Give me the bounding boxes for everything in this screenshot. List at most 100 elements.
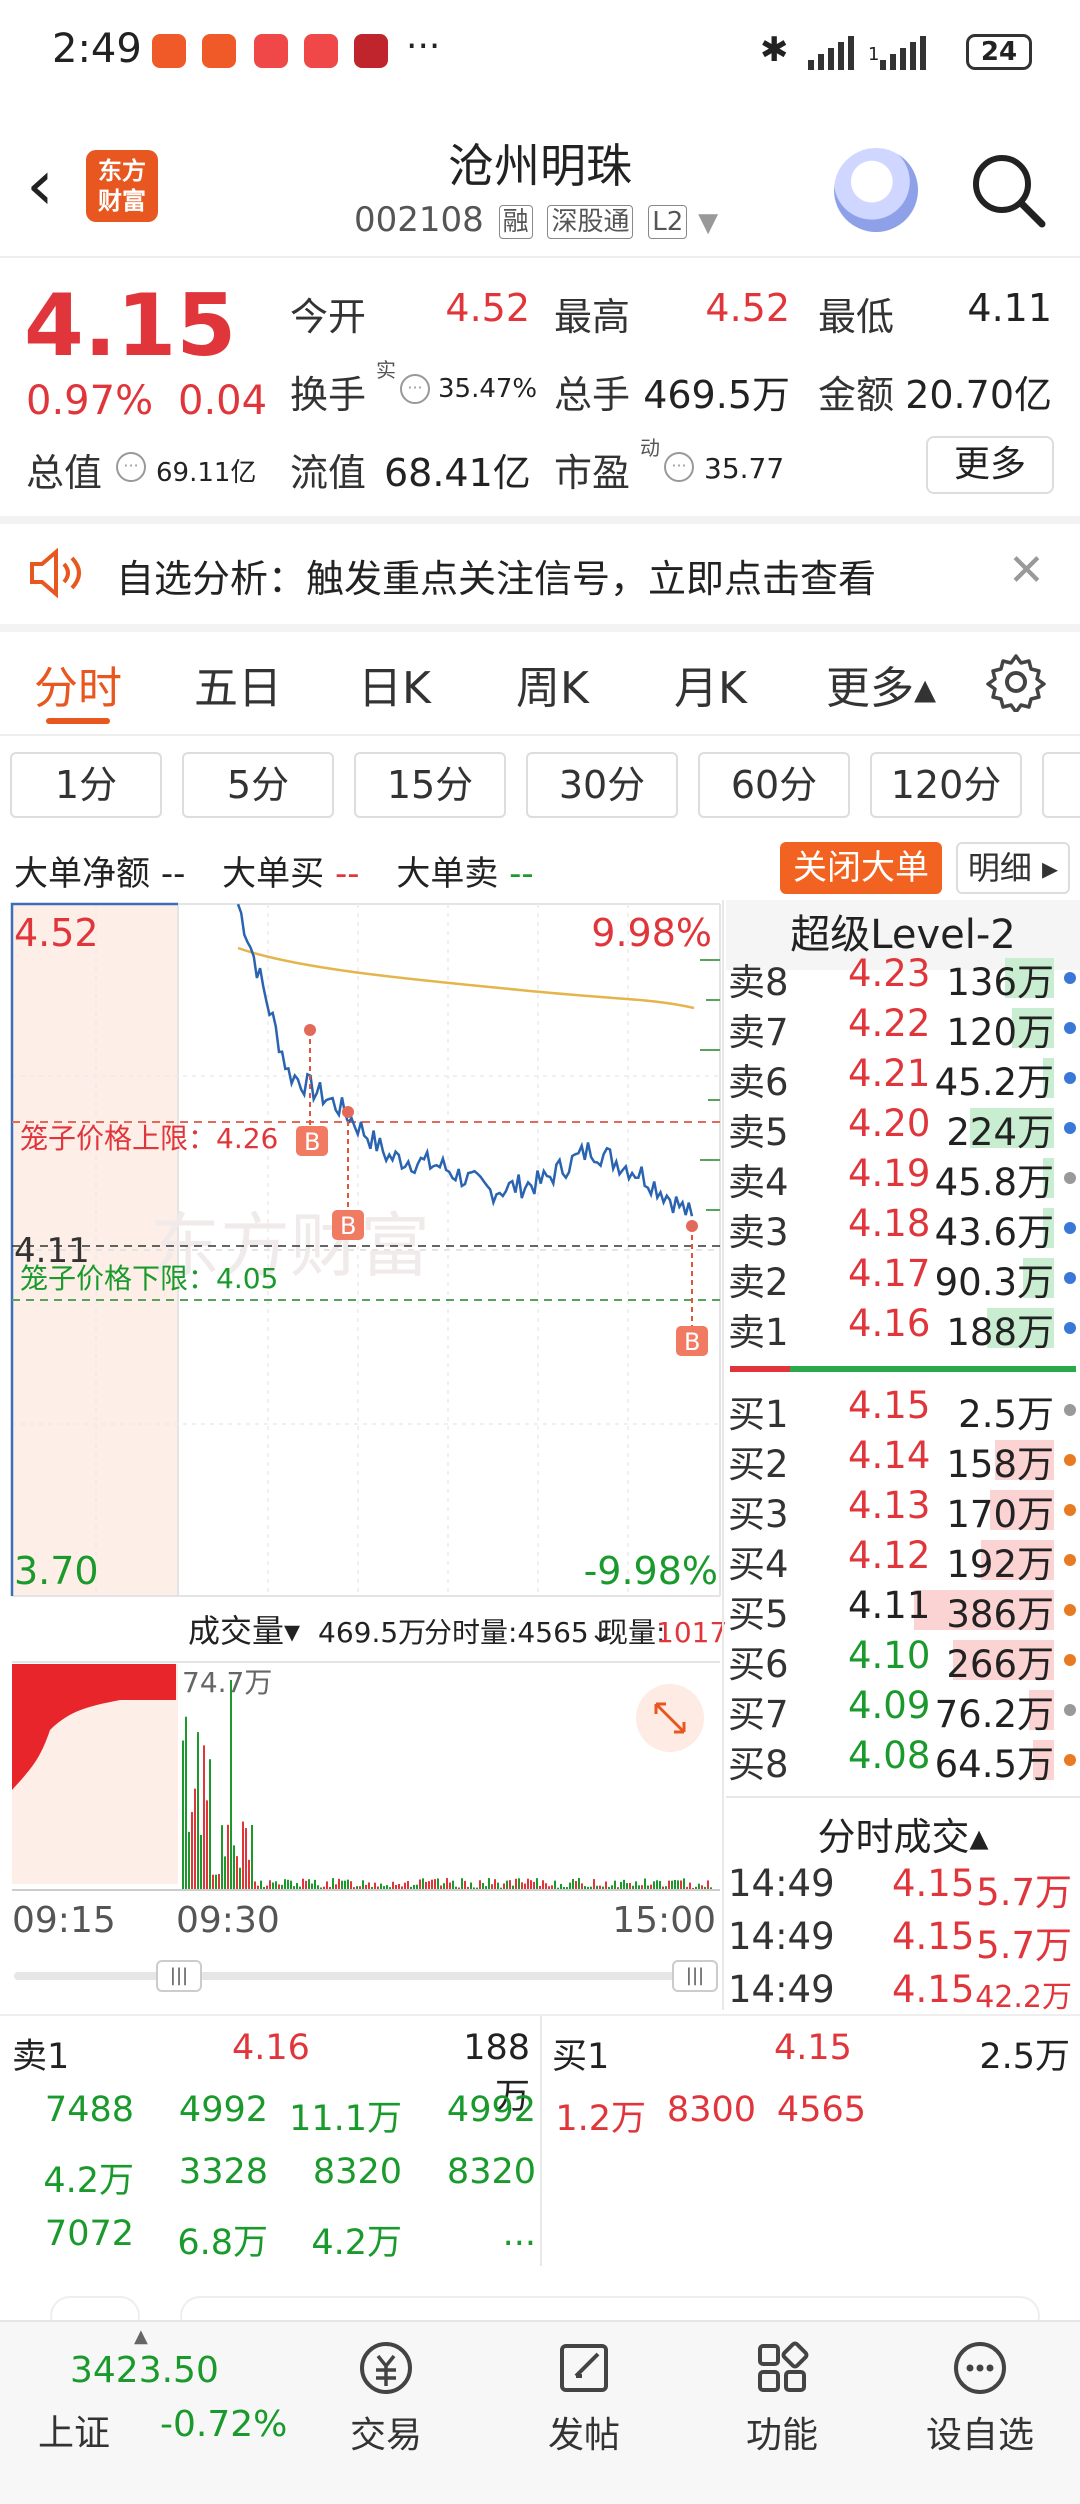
caret-down-icon[interactable]: ▼ xyxy=(698,208,718,238)
stock-code-line: 002108 融 深股通 L2 ▼ xyxy=(354,200,718,240)
bid-row-8[interactable]: 买8 4.08 64.5万 xyxy=(726,1734,1080,1786)
volume-bar xyxy=(362,1880,364,1890)
gear-icon[interactable] xyxy=(986,652,1046,712)
ask-row-6[interactable]: 卖3 4.18 43.6万 xyxy=(726,1202,1080,1254)
level-volume: 136万 xyxy=(946,961,1054,1004)
level-volume: 90.3万 xyxy=(934,1261,1054,1304)
level-label: 卖4 xyxy=(728,1161,789,1204)
queue-order: 7072 xyxy=(44,2214,134,2254)
volume-bar xyxy=(275,1881,277,1890)
search-icon[interactable] xyxy=(968,150,1048,230)
info-icon[interactable]: ··· xyxy=(116,452,146,482)
period-30min[interactable]: 30分 xyxy=(526,752,678,818)
tab-monthly-k[interactable]: 月K xyxy=(674,652,747,716)
float-cap-label: 流值 xyxy=(290,451,367,495)
amount-label: 金额 xyxy=(818,373,895,417)
info-icon[interactable]: ··· xyxy=(664,452,694,482)
level-volume: 158万 xyxy=(946,1443,1054,1486)
bid-row-6[interactable]: 买6 4.10 266万 xyxy=(726,1634,1080,1686)
volume-bar xyxy=(536,1878,538,1890)
period-1min[interactable]: 1分 xyxy=(10,752,162,818)
index-change[interactable]: -0.72% xyxy=(160,2404,287,2445)
notice-text[interactable]: 自选分析：触发重点关注信号，立即点击查看 xyxy=(116,548,876,603)
comment-bar[interactable] xyxy=(0,2266,1080,2336)
tab-daily-k[interactable]: 日K xyxy=(358,652,431,716)
index-name[interactable]: 上证 xyxy=(38,2404,110,2456)
nav-post[interactable]: 发帖 xyxy=(514,2336,654,2458)
volume-bar xyxy=(578,1878,580,1890)
ask-row-3[interactable]: 卖6 4.21 45.2万 xyxy=(726,1052,1080,1104)
float-cap-value: 68.41亿 xyxy=(384,451,531,495)
period-60min[interactable]: 60分 xyxy=(698,752,850,818)
level-label: 卖6 xyxy=(728,1061,789,1104)
ask-row-2[interactable]: 卖7 4.22 120万 xyxy=(726,1002,1080,1054)
level-price: 4.13 xyxy=(848,1484,931,1527)
nav-functions[interactable]: 功能 xyxy=(712,2336,852,2458)
tag-level2: L2 xyxy=(648,204,688,239)
trade-price: 4.15 xyxy=(892,1862,975,1905)
volume-selector[interactable]: 成交量▾ xyxy=(188,1612,300,1650)
volume-bar xyxy=(368,1882,370,1890)
bid-row-5[interactable]: 买5 4.11 386万 xyxy=(726,1584,1080,1636)
ask-row-4[interactable]: 卖5 4.20 224万 xyxy=(726,1102,1080,1154)
volume-bar xyxy=(248,1859,250,1890)
ask-row-5[interactable]: 卖4 4.19 45.8万 xyxy=(726,1152,1080,1204)
bid-row-7[interactable]: 买7 4.09 76.2万 xyxy=(726,1684,1080,1736)
assistant-robot-icon[interactable] xyxy=(834,148,918,232)
volume-bar xyxy=(593,1879,595,1890)
bid-row-2[interactable]: 买2 4.14 158万 xyxy=(726,1434,1080,1486)
tab-weekly-k[interactable]: 周K xyxy=(516,652,589,716)
index-value[interactable]: 3423.50 xyxy=(70,2350,219,2391)
close-icon[interactable]: ✕ xyxy=(1008,545,1045,596)
info-icon[interactable]: ··· xyxy=(400,374,430,404)
ask-row-1[interactable]: 卖8 4.23 136万 xyxy=(726,952,1080,1004)
volume-bar xyxy=(230,1680,232,1890)
period-5min[interactable]: 5分 xyxy=(182,752,334,818)
bid-row-1[interactable]: 买1 4.15 2.5万 xyxy=(726,1384,1080,1436)
volume-bar xyxy=(689,1882,691,1890)
volume-max-label: 74.7万 xyxy=(182,1666,272,1699)
ask-row-7[interactable]: 卖2 4.17 90.3万 xyxy=(726,1252,1080,1304)
period-more[interactable] xyxy=(1042,752,1080,818)
intraday-chart[interactable]: 东方财富 笼子价格上限：4.26 笼子价格下限：4.05 B B B 4.52 … xyxy=(0,900,726,1940)
tab-more[interactable]: 更多▴ xyxy=(826,652,936,716)
volume-bar xyxy=(494,1879,496,1890)
range-slider-left-handle[interactable]: ||| xyxy=(156,1960,202,1992)
range-slider-right-handle[interactable]: ||| xyxy=(672,1960,718,1992)
bid-row-4[interactable]: 买4 4.12 192万 xyxy=(726,1534,1080,1586)
level-price: 4.21 xyxy=(848,1052,931,1095)
trades-title[interactable]: 分时成交▴ xyxy=(726,1806,1080,1861)
volume-bar xyxy=(338,1878,340,1890)
volume-bar xyxy=(206,1800,208,1890)
more-button[interactable]: 更多 xyxy=(926,436,1054,494)
queue-order: 11.1万 xyxy=(289,2099,402,2139)
queue-order: 4992 xyxy=(446,2090,536,2130)
volume-bar xyxy=(518,1878,520,1890)
ask-row-8[interactable]: 卖1 4.16 188万 xyxy=(726,1302,1080,1354)
detail-button[interactable]: 明细 ▸ xyxy=(956,842,1070,894)
tab-five-day[interactable]: 五日 xyxy=(194,652,282,716)
high-label: 最高 xyxy=(554,295,631,339)
level-price: 4.18 xyxy=(848,1202,931,1245)
queue-order: 4.2万 xyxy=(311,2223,402,2263)
nav-add-watchlist[interactable]: 设自选 xyxy=(910,2336,1050,2458)
volume-bar xyxy=(350,1881,352,1890)
volume-bar xyxy=(254,1881,256,1890)
nav-trade[interactable]: 交易 xyxy=(316,2336,456,2458)
volume-bar xyxy=(659,1880,661,1890)
level-dot-icon xyxy=(1064,1504,1076,1516)
bid-row-3[interactable]: 买3 4.13 170万 xyxy=(726,1484,1080,1536)
tab-intraday[interactable]: 分时 xyxy=(34,652,122,716)
turnover-sup: 实 xyxy=(376,358,396,382)
range-slider-track[interactable] xyxy=(14,1972,714,1980)
level-label: 买4 xyxy=(728,1543,789,1586)
volume-bar xyxy=(623,1879,625,1890)
volume-bar xyxy=(431,1879,433,1890)
period-120min[interactable]: 120分 xyxy=(870,752,1022,818)
level-label: 买3 xyxy=(728,1493,789,1536)
divider xyxy=(540,2016,542,2266)
net-amount-label: 大单净额 xyxy=(14,854,150,894)
close-big-order-button[interactable]: 关闭大单 xyxy=(780,842,942,894)
period-15min[interactable]: 15分 xyxy=(354,752,506,818)
volume-bar xyxy=(269,1880,271,1890)
